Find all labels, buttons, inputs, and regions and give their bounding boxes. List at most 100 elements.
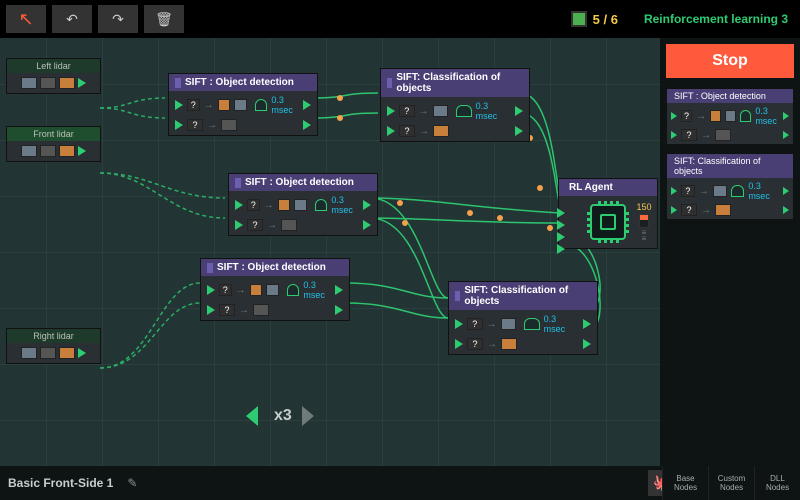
node-sift-detection-1[interactable]: SIFT : Object detection ?→0.3 msec ?→ — [168, 73, 318, 136]
stack-icon: ≡≡ — [642, 230, 647, 242]
output-port-icon[interactable] — [303, 100, 311, 110]
stop-button[interactable]: Stop — [666, 44, 794, 78]
cursor-icon: ↖ — [18, 9, 33, 30]
input-port-icon[interactable] — [455, 319, 463, 329]
gauge-icon — [524, 318, 540, 330]
info-icon[interactable] — [387, 78, 392, 88]
palette-node-detection[interactable]: SIFT : Object detection ?→0.3 msec ?→ — [666, 88, 794, 145]
unknown-icon: ? — [219, 304, 235, 316]
barrier-icon — [59, 145, 75, 157]
cursor-tool-button[interactable]: ↖ — [6, 5, 46, 33]
output-port-icon[interactable] — [583, 339, 591, 349]
tab-label: DLL Nodes — [766, 474, 789, 492]
tab-dll-nodes[interactable]: DLL Nodes — [754, 466, 800, 500]
latency-label: 0.3 msec — [476, 101, 511, 121]
unknown-icon: ? — [219, 284, 232, 296]
road-icon — [40, 77, 56, 89]
info-icon[interactable] — [175, 78, 181, 88]
zoom-control: x3 — [250, 406, 314, 426]
output-port-icon[interactable] — [363, 220, 371, 230]
zoom-in-icon[interactable] — [302, 406, 314, 426]
redo-icon: ↷ — [112, 11, 124, 28]
node-sift-classification-1[interactable]: SIFT: Classification of objects ?→0.3 ms… — [380, 68, 530, 142]
info-icon[interactable] — [455, 291, 460, 301]
input-port-icon[interactable] — [175, 100, 183, 110]
node-sift-detection-3[interactable]: SIFT : Object detection ?→0.3 msec ?→ — [200, 258, 350, 321]
barrier-icon — [710, 110, 721, 122]
unknown-icon: ? — [399, 105, 415, 117]
output-port-icon[interactable] — [363, 200, 371, 210]
gauge-icon — [740, 110, 751, 122]
lidar-node-left[interactable]: Left lidar — [6, 58, 101, 94]
output-port-icon[interactable] — [303, 120, 311, 130]
output-port-icon[interactable] — [78, 146, 86, 156]
unknown-icon: ? — [187, 99, 200, 111]
latency-label: 0.3 msec — [271, 95, 299, 115]
input-port-icon[interactable] — [557, 220, 565, 230]
input-port-icon[interactable] — [387, 106, 395, 116]
tab-label: Base Nodes — [674, 474, 697, 492]
barrier-icon — [59, 77, 75, 89]
road-icon — [221, 119, 237, 131]
barrier-icon — [501, 338, 517, 350]
delete-button[interactable]: 🗑 — [144, 5, 184, 33]
palette-title: SIFT: Classification of objects — [674, 156, 789, 176]
info-icon[interactable] — [207, 263, 213, 273]
output-port-icon[interactable] — [515, 106, 523, 116]
output-port-icon[interactable] — [335, 285, 343, 295]
info-icon[interactable] — [235, 178, 241, 188]
node-rl-agent[interactable]: RL Agent 150 ≡≡ — [558, 178, 658, 249]
input-port-icon — [671, 187, 677, 195]
output-port-icon[interactable] — [583, 319, 591, 329]
node-sift-detection-2[interactable]: SIFT : Object detection ?→0.3 msec ?→ — [228, 173, 378, 236]
lidar-node-front[interactable]: Front lidar — [6, 126, 101, 162]
output-port-icon[interactable] — [335, 305, 343, 315]
lidar-left-label: Left lidar — [7, 59, 100, 73]
unknown-icon: ? — [681, 204, 697, 216]
input-port-icon[interactable] — [235, 200, 243, 210]
undo-button[interactable]: ↶ — [52, 5, 92, 33]
car-icon — [21, 145, 37, 157]
tab-custom-nodes[interactable]: Custom Nodes — [708, 466, 754, 500]
car-icon — [266, 284, 279, 296]
input-port-icon[interactable] — [387, 126, 395, 136]
output-port-icon[interactable] — [78, 348, 86, 358]
palette-node-classification[interactable]: SIFT: Classification of objects ? → 0.3 ms… — [666, 153, 794, 220]
unknown-icon: ? — [247, 219, 263, 231]
barrier-icon — [715, 204, 731, 216]
arrow-icon: → — [696, 111, 706, 122]
tab-label: Custom Nodes — [718, 474, 746, 492]
input-port-icon[interactable] — [207, 285, 215, 295]
arrow-icon: → — [701, 205, 711, 216]
arrow-icon: → — [236, 285, 246, 296]
edit-name-icon[interactable]: ✎ — [127, 476, 137, 490]
car-icon — [713, 185, 727, 197]
redo-button[interactable]: ↷ — [98, 5, 138, 33]
tab-base-nodes[interactable]: Base Nodes — [662, 466, 708, 500]
graph-canvas[interactable]: Left lidar Front lidar Right lidar SIFT … — [0, 38, 660, 466]
gauge-icon — [315, 199, 328, 211]
input-port-icon[interactable] — [207, 305, 215, 315]
car-icon — [433, 105, 449, 117]
car-icon — [501, 318, 517, 330]
lidar-front-label: Front lidar — [7, 127, 100, 141]
barrier-icon — [433, 125, 449, 137]
input-port-icon[interactable] — [455, 339, 463, 349]
input-port-icon[interactable] — [175, 120, 183, 130]
output-port-icon[interactable] — [78, 78, 86, 88]
output-port-icon[interactable] — [515, 126, 523, 136]
node-sift-classification-2[interactable]: SIFT: Classification of objects ?→0.3 ms… — [448, 281, 598, 355]
lidar-node-right[interactable]: Right lidar — [6, 328, 101, 364]
output-port-icon — [783, 131, 789, 139]
input-port-icon[interactable] — [235, 220, 243, 230]
trash-icon: 🗑 — [155, 11, 173, 28]
input-port-icon[interactable] — [557, 244, 565, 254]
zoom-out-icon[interactable] — [250, 406, 264, 426]
input-port-icon[interactable] — [557, 232, 565, 242]
side-panel: Stop SIFT : Object detection ?→0.3 msec … — [660, 38, 800, 466]
gauge-icon — [255, 99, 268, 111]
latency-label: 0.3 msec — [755, 106, 779, 126]
car-icon — [294, 199, 307, 211]
latency-label: 0.3 msec — [748, 181, 779, 201]
input-port-icon[interactable] — [557, 208, 565, 218]
